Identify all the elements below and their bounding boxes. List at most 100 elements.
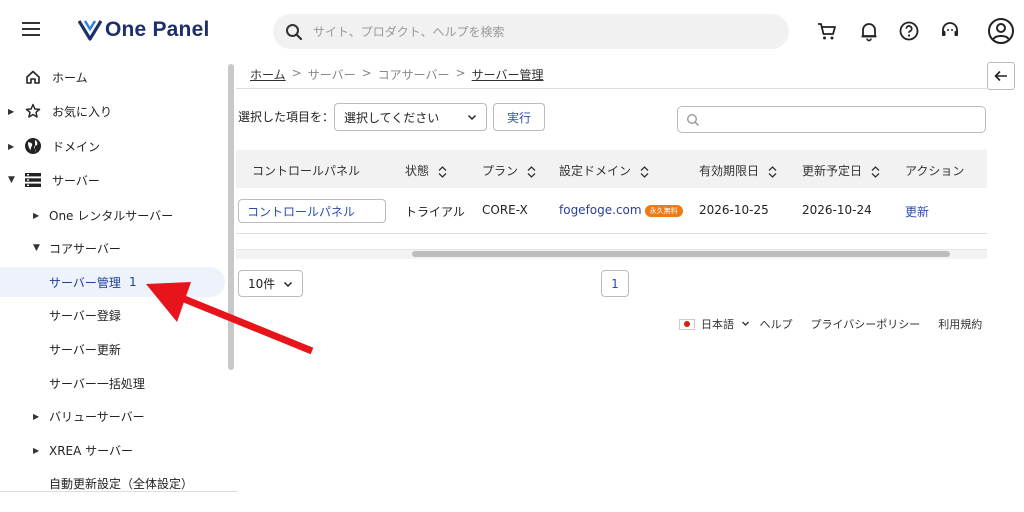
execute-button[interactable]: 実行	[493, 103, 545, 131]
sidebar-item-domain[interactable]: ▶ ドメイン	[0, 131, 225, 161]
free-badge: 永久無料	[644, 204, 683, 217]
cell-expiry: 2026-10-25	[699, 203, 769, 217]
footer: 日本語 ヘルプ プライバシーポリシー 利用規約	[679, 316, 982, 332]
language-select[interactable]: 日本語	[701, 316, 750, 332]
breadcrumb-current: サーバー管理	[471, 68, 544, 82]
sidebar-item-label: XREA サーバー	[49, 443, 134, 458]
sidebar-item-label: バリューサーバー	[49, 409, 145, 424]
table-search-input[interactable]	[677, 106, 986, 133]
home-icon	[26, 70, 40, 84]
column-header-renewal[interactable]: 更新予定日	[802, 162, 880, 179]
menu-icon[interactable]	[22, 22, 40, 36]
sidebar-item-one-rental-server[interactable]: ▶ One レンタルサーバー	[0, 200, 225, 230]
column-header-label: 更新予定日	[802, 164, 863, 178]
annotation-arrow	[146, 282, 314, 355]
bulk-action-label: 選択した項目を：	[238, 110, 335, 124]
top-header: One Panel	[0, 0, 1024, 62]
main-content: ホーム > サーバー > コアサーバー > サーバー管理 選択した項目を： 選択…	[236, 62, 1024, 512]
bell-icon[interactable]	[858, 20, 880, 42]
annotation-number: 1	[129, 275, 137, 289]
column-header-label: 設定ドメイン	[559, 164, 632, 178]
domain-link[interactable]: fogefoge.com	[559, 203, 642, 217]
column-header-label: 有効期限日	[699, 164, 760, 178]
search-icon	[286, 23, 303, 40]
sidebar-item-xrea-server[interactable]: ▶ XREA サーバー	[0, 435, 225, 465]
sidebar-divider	[0, 491, 238, 492]
breadcrumb-separator: >	[361, 66, 372, 80]
sidebar-item-core-server[interactable]: ▼ コアサーバー	[0, 233, 225, 263]
sidebar-item-value-server[interactable]: ▶ バリューサーバー	[0, 401, 225, 431]
footer-link-terms[interactable]: 利用規約	[938, 316, 982, 332]
column-header-label: 状態	[405, 164, 430, 178]
sort-icon	[527, 165, 536, 178]
logo-mark-icon	[78, 20, 102, 41]
sort-icon	[768, 165, 777, 178]
sidebar-item-auto-renewal-settings[interactable]: 自動更新設定（全体設定）	[0, 468, 225, 498]
server-icon	[25, 173, 41, 187]
column-header-expiry[interactable]: 有効期限日	[699, 162, 777, 179]
logo-text: One Panel	[105, 18, 210, 41]
globe-icon	[25, 138, 41, 154]
help-icon[interactable]	[898, 20, 920, 42]
japan-flag-icon	[679, 318, 695, 330]
sort-icon	[640, 165, 649, 178]
back-button[interactable]	[987, 62, 1015, 90]
page-button[interactable]: 1	[601, 270, 629, 297]
caret-down-icon: ▼	[33, 243, 40, 253]
arrow-left-icon	[994, 70, 1007, 82]
table-header: コントロールパネル 状態 プラン 設定ドメイン 有効期限日 更新予定日 アクショ…	[236, 150, 987, 188]
breadcrumb: ホーム > サーバー > コアサーバー > サーバー管理	[250, 66, 544, 83]
sidebar-item-favorites[interactable]: ▶ お気に入り	[0, 96, 225, 126]
sidebar-item-label: サーバー管理	[49, 275, 121, 290]
bulk-action-select[interactable]: 選択してください	[334, 103, 487, 131]
cart-icon[interactable]	[816, 20, 838, 42]
logo[interactable]: One Panel	[78, 17, 210, 43]
footer-link-help[interactable]: ヘルプ	[760, 316, 793, 332]
caret-down-icon: ▼	[8, 175, 15, 185]
sidebar-item-label: サーバー一括処理	[49, 376, 145, 391]
search-input[interactable]	[313, 24, 753, 39]
star-icon	[25, 103, 41, 118]
support-icon[interactable]	[939, 20, 961, 42]
breadcrumb-separator: >	[291, 66, 302, 80]
column-header-label: プラン	[482, 164, 519, 178]
footer-link-privacy[interactable]: プライバシーポリシー	[811, 316, 921, 332]
account-icon[interactable]	[987, 17, 1015, 45]
renew-link[interactable]: 更新	[905, 203, 929, 220]
column-header-plan[interactable]: プラン	[482, 162, 536, 179]
search-icon	[686, 113, 700, 127]
table-scroll-thumb[interactable]	[412, 251, 950, 257]
cell-renewal: 2026-10-24	[802, 203, 872, 217]
search-bar[interactable]	[273, 14, 789, 49]
sidebar-item-label: 自動更新設定（全体設定）	[49, 476, 194, 491]
caret-right-icon: ▶	[33, 411, 40, 421]
sidebar-item-server-bulk[interactable]: サーバー一括処理	[0, 368, 225, 398]
language-label: 日本語	[701, 318, 734, 331]
caret-right-icon: ▶	[33, 210, 40, 220]
column-header-control-panel: コントロールパネル	[252, 164, 361, 178]
sidebar-item-label: ホーム	[52, 70, 88, 85]
caret-right-icon: ▶	[8, 141, 15, 151]
breadcrumb-home[interactable]: ホーム	[250, 66, 286, 83]
sidebar-item-label: One レンタルサーバー	[49, 208, 174, 223]
caret-right-icon: ▶	[8, 106, 15, 116]
sidebar-item-server[interactable]: ▼ サーバー	[0, 165, 225, 195]
control-panel-button[interactable]: コントロールパネル	[238, 199, 386, 223]
breadcrumb-divider	[236, 88, 987, 89]
sidebar-item-label: お気に入り	[52, 104, 113, 119]
sidebar-item-label: サーバー更新	[49, 342, 121, 357]
column-header-action: アクション	[905, 164, 965, 178]
cell-status: トライアル	[405, 205, 465, 219]
breadcrumb-core-server: コアサーバー	[377, 68, 450, 82]
caret-right-icon: ▶	[33, 445, 40, 455]
column-header-status[interactable]: 状態	[405, 162, 447, 179]
chevron-down-icon	[467, 114, 477, 121]
column-header-domain[interactable]: 設定ドメイン	[559, 162, 649, 179]
sort-icon	[871, 165, 880, 178]
sort-icon	[438, 165, 447, 178]
sidebar-item-home[interactable]: ホーム	[0, 62, 225, 92]
sidebar-item-label: コアサーバー	[49, 241, 121, 256]
chevron-down-icon	[741, 321, 749, 326]
breadcrumb-separator: >	[455, 66, 466, 80]
bulk-action-select-value: 選択してください	[344, 110, 440, 125]
